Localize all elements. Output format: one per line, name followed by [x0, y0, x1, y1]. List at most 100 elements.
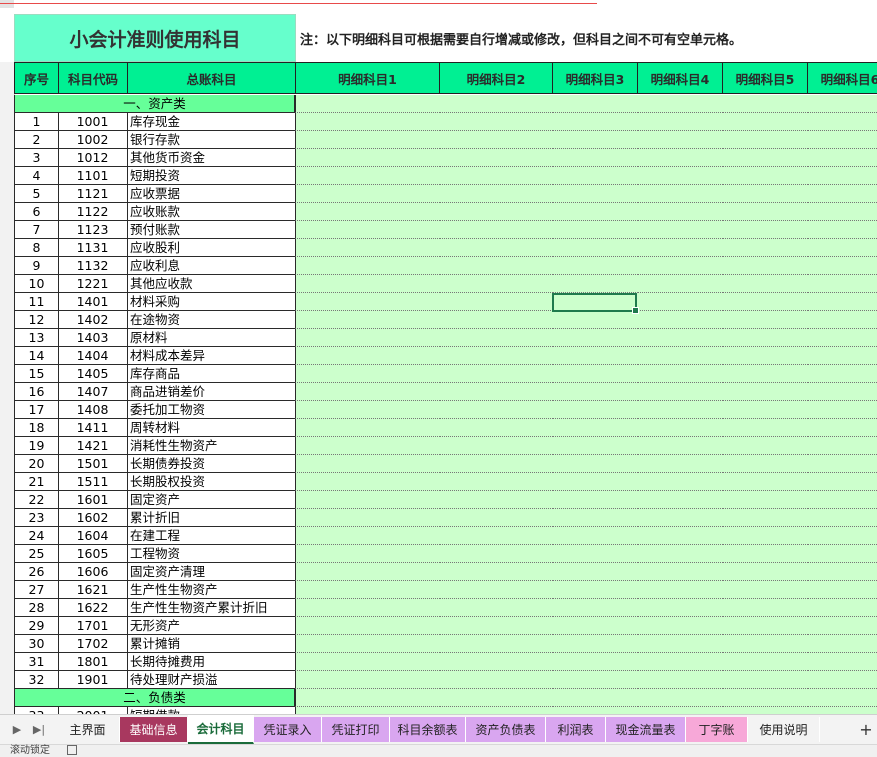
account-name-cell[interactable]: 其他应收款: [127, 275, 296, 293]
detail-cell[interactable]: [552, 167, 638, 185]
detail-cell[interactable]: [722, 653, 808, 671]
detail-cell[interactable]: [552, 311, 638, 329]
detail-cell[interactable]: [439, 707, 553, 714]
detail-cell[interactable]: [552, 635, 638, 653]
detail-cell[interactable]: [637, 419, 723, 437]
detail-cell[interactable]: [439, 221, 553, 239]
detail-cell[interactable]: [439, 581, 553, 599]
detail-cell[interactable]: [722, 257, 808, 275]
detail-cell[interactable]: [439, 257, 553, 275]
detail-cell[interactable]: [552, 149, 638, 167]
detail-cell[interactable]: [439, 293, 553, 311]
detail-cell[interactable]: [637, 185, 723, 203]
account-name-cell[interactable]: 材料成本差异: [127, 347, 296, 365]
detail-cell[interactable]: [295, 275, 440, 293]
row-seq-cell[interactable]: 15: [14, 365, 59, 383]
detail-cell[interactable]: [439, 563, 553, 581]
detail-cell[interactable]: [637, 347, 723, 365]
account-name-cell[interactable]: 在建工程: [127, 527, 296, 545]
detail-cell[interactable]: [637, 311, 723, 329]
account-code-cell[interactable]: 1408: [58, 401, 128, 419]
sheet-tab-11[interactable]: 使用说明: [748, 717, 820, 742]
detail-cell[interactable]: [439, 635, 553, 653]
account-name-cell[interactable]: 短期投资: [127, 167, 296, 185]
detail-cell[interactable]: [637, 689, 723, 707]
row-seq-cell[interactable]: 23: [14, 509, 59, 527]
detail-cell[interactable]: [722, 455, 808, 473]
account-name-cell[interactable]: 短期借款: [127, 707, 296, 714]
detail-cell[interactable]: [552, 491, 638, 509]
detail-cell[interactable]: [439, 527, 553, 545]
row-seq-cell[interactable]: 5: [14, 185, 59, 203]
detail-cell[interactable]: [807, 545, 877, 563]
detail-cell[interactable]: [295, 671, 440, 689]
detail-cell[interactable]: [552, 257, 638, 275]
account-code-cell[interactable]: 1501: [58, 455, 128, 473]
account-code-cell[interactable]: 1131: [58, 239, 128, 257]
detail-cell[interactable]: [807, 563, 877, 581]
detail-cell[interactable]: [722, 347, 808, 365]
detail-cell[interactable]: [295, 545, 440, 563]
detail-cell[interactable]: [637, 365, 723, 383]
account-name-cell[interactable]: 工程物资: [127, 545, 296, 563]
row-seq-cell[interactable]: 27: [14, 581, 59, 599]
detail-cell[interactable]: [807, 347, 877, 365]
detail-cell[interactable]: [807, 221, 877, 239]
account-code-cell[interactable]: 1701: [58, 617, 128, 635]
tab-nav-last-icon[interactable]: ▶|: [28, 715, 50, 744]
sheet-tab-2[interactable]: 基础信息: [120, 717, 188, 742]
detail-cell[interactable]: [637, 599, 723, 617]
section-label[interactable]: 一、资产类: [14, 95, 295, 113]
detail-cell[interactable]: [295, 635, 440, 653]
account-name-cell[interactable]: 无形资产: [127, 617, 296, 635]
detail-cell[interactable]: [295, 491, 440, 509]
account-code-cell[interactable]: 1411: [58, 419, 128, 437]
row-seq-cell[interactable]: 1: [14, 113, 59, 131]
detail-cell[interactable]: [552, 383, 638, 401]
detail-cell[interactable]: [637, 527, 723, 545]
account-name-cell[interactable]: 原材料: [127, 329, 296, 347]
account-code-cell[interactable]: 1621: [58, 581, 128, 599]
detail-cell[interactable]: [295, 455, 440, 473]
detail-cell[interactable]: [722, 383, 808, 401]
row-seq-cell[interactable]: 6: [14, 203, 59, 221]
detail-cell[interactable]: [722, 131, 808, 149]
detail-cell[interactable]: [552, 113, 638, 131]
detail-cell[interactable]: [295, 581, 440, 599]
detail-cell[interactable]: [807, 653, 877, 671]
detail-cell[interactable]: [552, 275, 638, 293]
spreadsheet-grid[interactable]: 序号 科目代码 总账科目 明细科目1 明细科目2 明细科目3 明细科目4 明细科…: [14, 62, 877, 714]
row-seq-cell[interactable]: 18: [14, 419, 59, 437]
macro-record-icon[interactable]: [67, 745, 78, 755]
detail-cell[interactable]: [807, 599, 877, 617]
row-seq-cell[interactable]: 4: [14, 167, 59, 185]
detail-cell[interactable]: [722, 203, 808, 221]
detail-cell[interactable]: [552, 617, 638, 635]
detail-cell[interactable]: [439, 491, 553, 509]
header-detail-2[interactable]: 明细科目2: [439, 62, 553, 94]
detail-cell[interactable]: [439, 419, 553, 437]
detail-cell[interactable]: [807, 113, 877, 131]
detail-cell[interactable]: [722, 185, 808, 203]
detail-cell[interactable]: [439, 401, 553, 419]
header-seq[interactable]: 序号: [14, 62, 59, 94]
detail-cell[interactable]: [439, 653, 553, 671]
account-name-cell[interactable]: 长期债券投资: [127, 455, 296, 473]
detail-cell[interactable]: [637, 653, 723, 671]
account-name-cell[interactable]: 累计摊销: [127, 635, 296, 653]
account-code-cell[interactable]: 1407: [58, 383, 128, 401]
account-code-cell[interactable]: 1702: [58, 635, 128, 653]
detail-cell[interactable]: [722, 473, 808, 491]
sheet-tab-8[interactable]: 利润表: [546, 717, 606, 742]
account-code-cell[interactable]: 1602: [58, 509, 128, 527]
detail-cell[interactable]: [807, 527, 877, 545]
detail-cell[interactable]: [637, 383, 723, 401]
row-seq-cell[interactable]: 31: [14, 653, 59, 671]
detail-cell[interactable]: [295, 689, 440, 707]
account-name-cell[interactable]: 生产性生物资产: [127, 581, 296, 599]
account-name-cell[interactable]: 固定资产: [127, 491, 296, 509]
detail-cell[interactable]: [439, 347, 553, 365]
header-general-account[interactable]: 总账科目: [127, 62, 296, 94]
account-code-cell[interactable]: 1601: [58, 491, 128, 509]
section-label[interactable]: 二、负债类: [14, 689, 295, 707]
